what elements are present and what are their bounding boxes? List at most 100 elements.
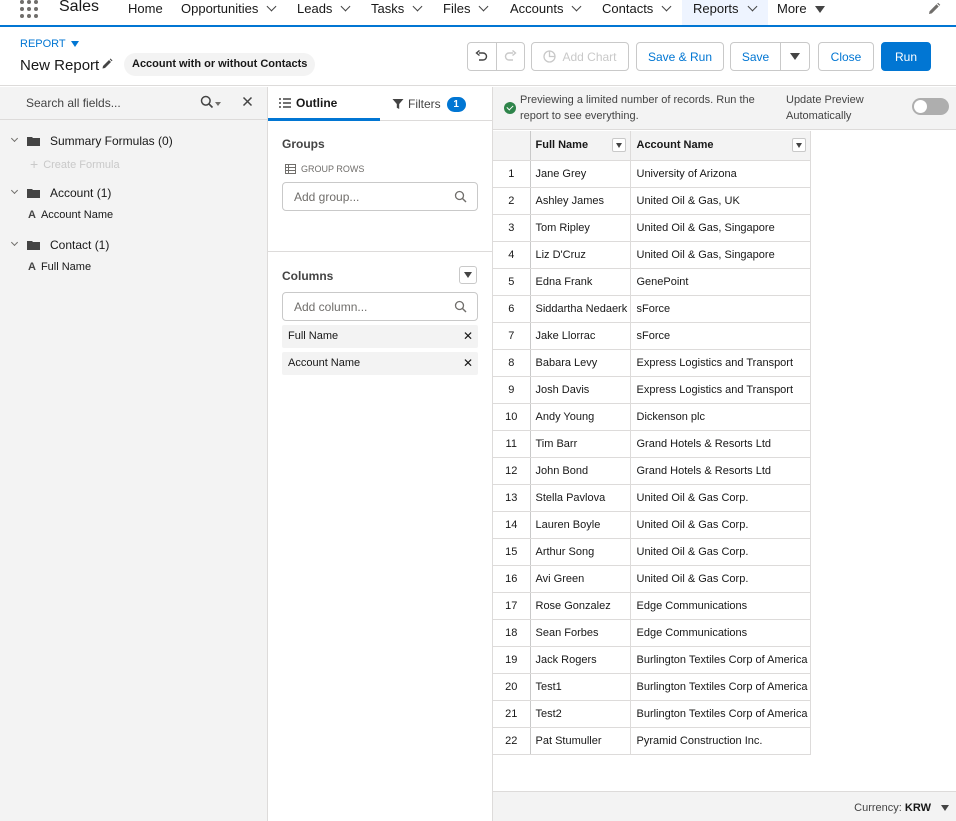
- row-number: 22: [493, 727, 531, 755]
- nav-item-files[interactable]: Files: [443, 0, 489, 25]
- app-launcher-icon[interactable]: [20, 0, 40, 18]
- chevron-down-icon[interactable]: [413, 4, 423, 14]
- chevron-down-icon[interactable]: [341, 4, 351, 14]
- folder-summary-formulas[interactable]: Summary Formulas (0): [11, 134, 173, 148]
- tab-filters[interactable]: Filters 1: [380, 87, 492, 121]
- undo-button[interactable]: [468, 43, 496, 70]
- pencil-icon[interactable]: [927, 2, 941, 16]
- update-preview-toggle[interactable]: [912, 98, 949, 115]
- table-row: 2 Ashley James United Oil & Gas, UK: [493, 187, 811, 215]
- nav-item-label: Opportunities: [181, 1, 259, 16]
- nav-item-contacts[interactable]: Contacts: [602, 0, 672, 25]
- preview-table-body: 1 Jane Grey University of Arizona 2 Ashley J…: [493, 160, 811, 755]
- save-menu-button[interactable]: [781, 42, 810, 71]
- cell-full-name: Tim Barr: [530, 430, 631, 458]
- row-number: 10: [493, 403, 531, 431]
- search-icon[interactable]: [200, 95, 214, 109]
- cell-account-name: United Oil & Gas Corp.: [630, 511, 811, 539]
- column-chip-full-name[interactable]: Full Name ✕: [282, 325, 478, 348]
- cell-full-name: Babara Levy: [530, 349, 631, 377]
- cell-account-name: Dickenson plc: [630, 403, 811, 431]
- folder-account[interactable]: Account (1): [11, 186, 111, 200]
- table-row: 16 Avi Green United Oil & Gas Corp.: [493, 565, 811, 593]
- group-rows-label: GROUP ROWS: [285, 164, 364, 174]
- cell-account-name: sForce: [630, 322, 811, 350]
- remove-column-icon[interactable]: ✕: [463, 356, 473, 370]
- table-header-row: Full Name Account Name: [493, 131, 811, 161]
- field-account-name[interactable]: A Account Name: [28, 209, 113, 221]
- caret-down-icon[interactable]: [941, 805, 949, 811]
- chevron-down-icon[interactable]: [267, 4, 277, 14]
- column-header-account-name[interactable]: Account Name: [630, 131, 811, 161]
- add-chart-button[interactable]: Add Chart: [531, 42, 629, 71]
- nav-item-label: More: [777, 1, 807, 16]
- cell-full-name: Ashley James: [530, 187, 631, 215]
- caret-down-icon: [795, 142, 802, 148]
- outline-tabs: Outline Filters 1: [268, 87, 492, 121]
- cell-account-name: United Oil & Gas Corp.: [630, 538, 811, 566]
- preview-message: Previewing a limited number of records. …: [520, 94, 755, 122]
- cell-full-name: Pat Stumuller: [530, 727, 631, 755]
- close-icon[interactable]: [242, 96, 253, 107]
- save-and-run-button[interactable]: Save & Run: [636, 42, 724, 71]
- table-row: 13 Stella Pavlova United Oil & Gas Corp.: [493, 484, 811, 512]
- report-type-label: REPORT: [20, 38, 66, 50]
- currency-selector[interactable]: Currency: KRW: [854, 802, 931, 814]
- caret-down-icon: [215, 102, 221, 106]
- row-number: 4: [493, 241, 531, 269]
- column-chip-account-name[interactable]: Account Name ✕: [282, 352, 478, 375]
- field-search-input[interactable]: Search all fields...: [26, 96, 121, 110]
- nav-item-label: Leads: [297, 1, 333, 16]
- row-number: 12: [493, 457, 531, 485]
- chevron-down-icon[interactable]: [572, 4, 582, 14]
- cell-full-name: Jack Rogers: [530, 646, 631, 674]
- save-button[interactable]: Save: [730, 42, 781, 71]
- row-number: 7: [493, 322, 531, 350]
- row-number: 18: [493, 619, 531, 647]
- nav-item-label: Home: [128, 1, 163, 16]
- nav-item-home[interactable]: Home: [128, 0, 163, 25]
- chevron-down-icon: [11, 189, 19, 197]
- caret-down-icon: [814, 6, 825, 13]
- row-number: 8: [493, 349, 531, 377]
- field-full-name[interactable]: A Full Name: [28, 261, 91, 273]
- nav-item-tasks[interactable]: Tasks: [371, 0, 423, 25]
- caret-down-icon: [70, 41, 79, 47]
- tab-label: Filters: [408, 97, 441, 111]
- nav-item-opportunities[interactable]: Opportunities: [181, 0, 277, 25]
- chevron-down-icon[interactable]: [748, 4, 758, 14]
- cell-full-name: Lauren Boyle: [530, 511, 631, 539]
- text-type-icon: A: [28, 209, 36, 221]
- column-menu-button[interactable]: [611, 138, 626, 152]
- tab-outline[interactable]: Outline: [268, 87, 380, 121]
- remove-column-icon[interactable]: ✕: [463, 329, 473, 343]
- table-icon: [285, 164, 296, 174]
- redo-button[interactable]: [495, 43, 524, 70]
- column-menu-button[interactable]: [791, 138, 806, 152]
- report-type-menu[interactable]: REPORT: [20, 38, 79, 50]
- table-row: 3 Tom Ripley United Oil & Gas, Singapore: [493, 214, 811, 242]
- add-column-input[interactable]: Add column...: [282, 292, 478, 321]
- run-button[interactable]: Run: [881, 42, 931, 71]
- nav-item-reports[interactable]: Reports: [682, 0, 768, 25]
- create-formula-button[interactable]: + Create Formula: [30, 156, 120, 172]
- pencil-icon[interactable]: [101, 58, 113, 70]
- nav-item-more[interactable]: More: [777, 0, 825, 25]
- nav-item-label: Reports: [693, 1, 739, 16]
- cell-full-name: Test1: [530, 673, 631, 701]
- folder-contact[interactable]: Contact (1): [11, 238, 109, 252]
- chevron-down-icon[interactable]: [662, 4, 672, 14]
- nav-item-accounts[interactable]: Accounts: [510, 0, 582, 25]
- text-type-icon: A: [28, 261, 36, 273]
- cell-full-name: Jane Grey: [530, 160, 631, 188]
- folder-label: Contact (1): [50, 238, 110, 252]
- nav-item-leads[interactable]: Leads: [297, 0, 351, 25]
- chevron-down-icon[interactable]: [479, 4, 489, 14]
- column-header-full-name[interactable]: Full Name: [530, 131, 631, 161]
- report-type-badge: Account with or without Contacts: [124, 53, 316, 76]
- columns-menu-button[interactable]: [459, 266, 477, 284]
- add-group-input[interactable]: Add group...: [282, 182, 478, 211]
- close-button[interactable]: Close: [818, 42, 874, 71]
- chevron-down-icon: [11, 137, 19, 145]
- field-label: Full Name: [40, 261, 92, 273]
